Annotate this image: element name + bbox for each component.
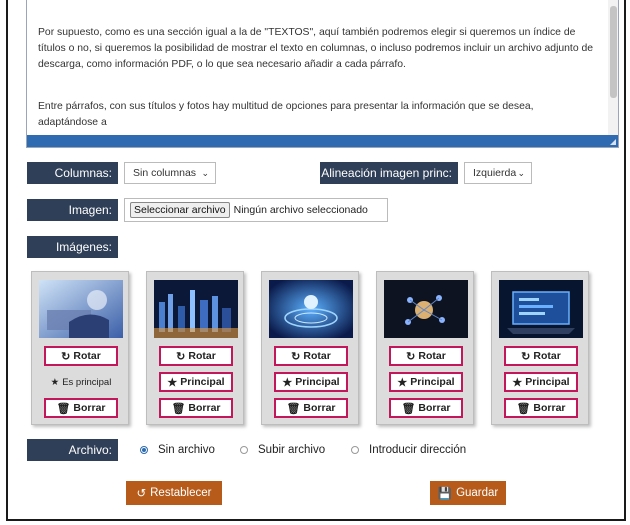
trash-icon: 🗑	[171, 402, 186, 415]
save-icon: 💾	[437, 488, 453, 500]
delete-button[interactable]: 🗑 Borrar	[159, 398, 233, 418]
editor-paragraph-1: Por supuesto, como es una sección igual …	[38, 27, 594, 70]
image-thumbnail	[269, 280, 353, 338]
set-principal-button[interactable]: ★ Principal	[274, 372, 348, 392]
rotate-icon: ↻	[406, 350, 416, 363]
delete-button[interactable]: 🗑 Borrar	[274, 398, 348, 418]
columns-selected-value: Sin columnas	[133, 167, 197, 179]
star-icon: ★	[512, 376, 523, 389]
attachment-label: Archivo:	[27, 439, 118, 461]
file-status-text: Ningún archivo seleccionado	[233, 204, 368, 216]
rotate-button[interactable]: ↻ Rotar	[274, 346, 348, 366]
alignment-select[interactable]: Izquierda ⌄	[464, 162, 532, 184]
rotate-button[interactable]: ↻ Rotar	[44, 346, 118, 366]
delete-button[interactable]: 🗑 Borrar	[44, 398, 118, 418]
columns-label: Columnas:	[27, 162, 118, 184]
image-thumbnail	[384, 280, 468, 338]
trash-icon: 🗑	[516, 402, 531, 415]
trash-icon: 🗑	[286, 402, 301, 415]
rotate-icon: ↻	[176, 350, 186, 363]
radio-label: Subir archivo	[258, 444, 326, 456]
image-card: ↻ Rotar ★ Principal 🗑 Borrar	[491, 271, 589, 425]
image-thumbnail	[499, 280, 583, 338]
trash-icon: 🗑	[56, 402, 71, 415]
columns-select[interactable]: Sin columnas ⌄	[124, 162, 216, 184]
delete-button[interactable]: 🗑 Borrar	[389, 398, 463, 418]
editor-paragraph-2: Entre párrafos, con sus títulos y fotos …	[38, 101, 534, 128]
set-principal-button[interactable]: ★ Principal	[389, 372, 463, 392]
radio-label: Introducir dirección	[369, 444, 467, 456]
radio-subir-archivo[interactable]: Subir archivo	[240, 441, 325, 459]
editor-scrollbar[interactable]	[608, 0, 618, 136]
rotate-icon: ↻	[61, 350, 71, 363]
image-thumbnail	[39, 280, 123, 338]
rotate-button[interactable]: ↻ Rotar	[159, 346, 233, 366]
rotate-button[interactable]: ↻ Rotar	[504, 346, 578, 366]
trash-icon: 🗑	[401, 402, 416, 415]
set-principal-button[interactable]: ★ Principal	[504, 372, 578, 392]
image-card: ↻ Rotar ★ Principal 🗑 Borrar	[376, 271, 474, 425]
save-button[interactable]: 💾 Guardar	[430, 481, 506, 505]
radio-introducir-direccion[interactable]: Introducir dirección	[351, 441, 466, 459]
radio-button[interactable]	[240, 446, 248, 454]
radio-label: Sin archivo	[158, 444, 215, 456]
editor-status-bar	[27, 135, 618, 147]
images-label: Imágenes:	[27, 236, 118, 258]
radio-sin-archivo[interactable]: Sin archivo	[140, 441, 215, 459]
rotate-button[interactable]: ↻ Rotar	[389, 346, 463, 366]
reset-button[interactable]: ↺ Restablecer	[126, 481, 222, 505]
text-editor[interactable]: Por supuesto, como es una sección igual …	[26, 0, 619, 148]
image-card: ↻ Rotar ★ Principal 🗑 Borrar	[146, 271, 244, 425]
image-label: Imagen:	[27, 199, 118, 221]
rotate-icon: ↻	[521, 350, 531, 363]
star-icon: ★	[50, 376, 60, 388]
chevron-down-icon: ⌄	[201, 168, 209, 178]
image-file-input[interactable]: Seleccionar archivo Ningún archivo selec…	[124, 198, 388, 222]
alignment-selected-value: Izquierda	[473, 167, 517, 179]
radio-button[interactable]	[351, 446, 359, 454]
chevron-down-icon: ⌄	[517, 168, 525, 178]
set-principal-button[interactable]: ★ Principal	[159, 372, 233, 392]
delete-button[interactable]: 🗑 Borrar	[504, 398, 578, 418]
undo-icon: ↺	[136, 488, 147, 500]
star-icon: ★	[167, 376, 178, 389]
star-icon: ★	[397, 376, 408, 389]
alignment-label: Alineación imagen princ:	[320, 162, 458, 184]
principal-status: ★ Es principal	[50, 376, 112, 388]
resize-handle-icon[interactable]	[610, 139, 616, 145]
rotate-icon: ↻	[291, 350, 301, 363]
select-file-button[interactable]: Seleccionar archivo	[130, 202, 230, 218]
star-icon: ★	[282, 376, 293, 389]
image-card: ↻ Rotar ★ Es principal 🗑 Borrar	[31, 271, 129, 425]
image-card: ↻ Rotar ★ Principal 🗑 Borrar	[261, 271, 359, 425]
image-thumbnail	[154, 280, 238, 338]
radio-button[interactable]	[140, 446, 148, 454]
editor-scroll-thumb[interactable]	[610, 6, 617, 98]
